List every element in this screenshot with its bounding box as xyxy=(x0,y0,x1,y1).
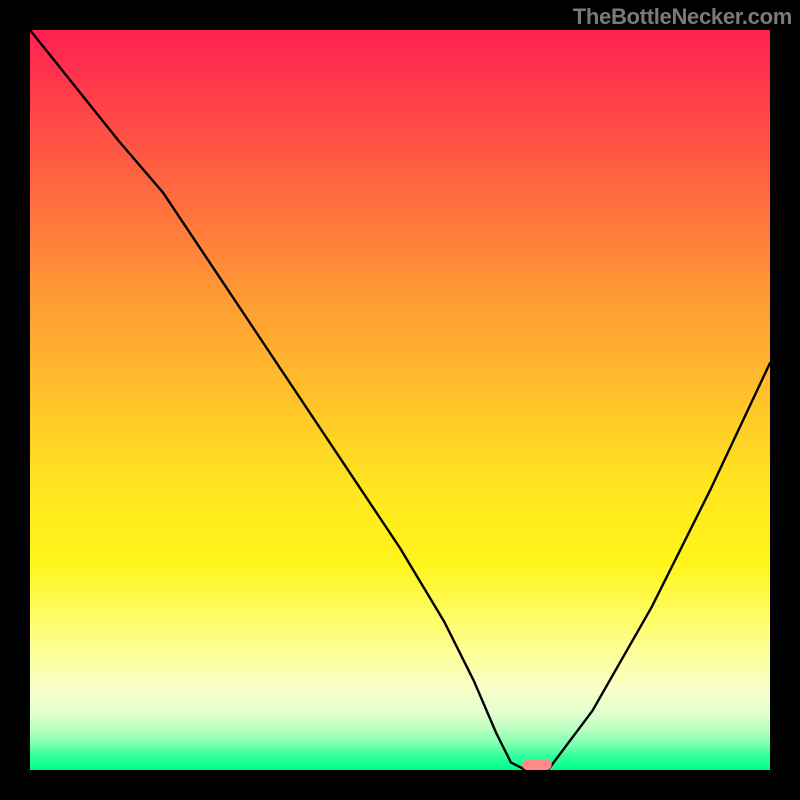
attribution-watermark: TheBottleNecker.com xyxy=(573,4,792,30)
plot-svg xyxy=(30,30,770,770)
plot-area xyxy=(30,30,770,770)
optimal-marker xyxy=(522,760,552,770)
bottleneck-curve xyxy=(30,30,770,770)
chart-frame: TheBottleNecker.com xyxy=(0,0,800,800)
